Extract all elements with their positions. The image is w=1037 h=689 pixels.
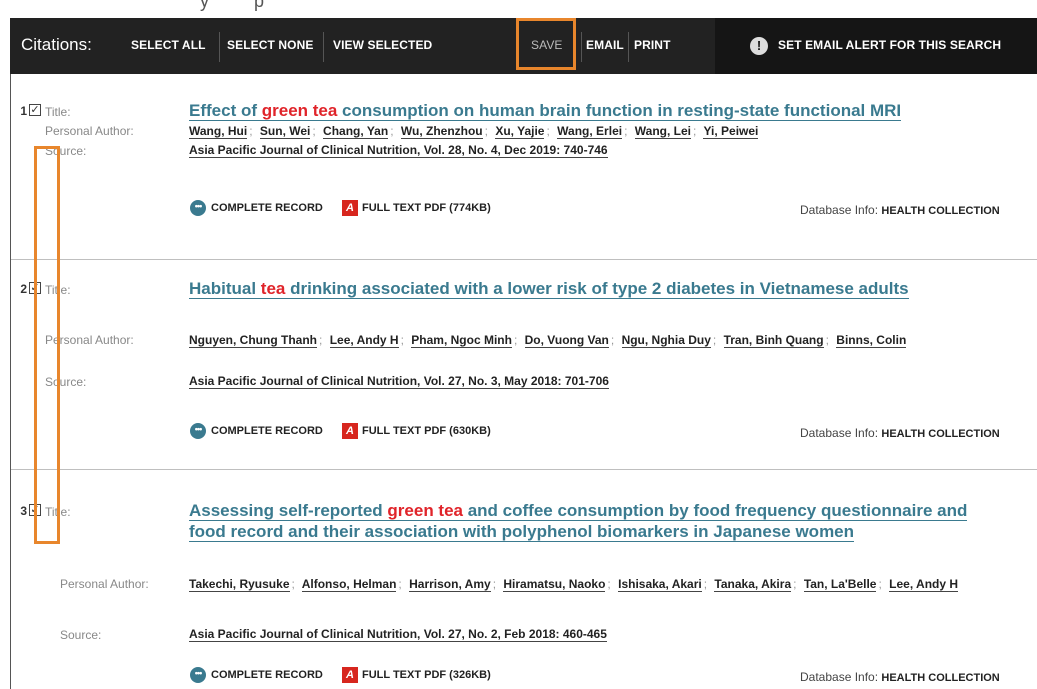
author-link[interactable]: Harrison, Amy bbox=[409, 577, 491, 592]
author-link[interactable]: Takechi, Ryusuke bbox=[189, 577, 290, 592]
content-frame-border bbox=[10, 74, 11, 689]
source-link[interactable]: Asia Pacific Journal of Clinical Nutriti… bbox=[189, 627, 607, 642]
email-button[interactable]: EMAIL bbox=[586, 38, 624, 52]
pdf-icon: A bbox=[342, 200, 358, 216]
database-name: HEALTH COLLECTION bbox=[881, 672, 1000, 684]
author-link[interactable]: Wu, Zhenzhou bbox=[400, 124, 483, 139]
author-list: Takechi, Ryusuke; Alfonso, Helman; Harri… bbox=[189, 577, 959, 592]
record-title-link[interactable]: Effect of green tea consumption on human… bbox=[189, 100, 989, 121]
author-link[interactable]: Nguyen, Chung Thanh bbox=[189, 333, 317, 348]
more-dots-icon: ••• bbox=[190, 667, 206, 683]
author-link[interactable]: Lee, Andy H bbox=[889, 577, 959, 592]
full-text-pdf-button[interactable]: A FULL TEXT PDF (774KB) bbox=[342, 200, 491, 216]
source-link[interactable]: Asia Pacific Journal of Clinical Nutriti… bbox=[189, 143, 608, 158]
record-divider bbox=[11, 259, 1037, 260]
record-number: 1 bbox=[20, 104, 27, 118]
more-dots-icon: ••• bbox=[190, 423, 206, 439]
search-term-highlight: tea bbox=[260, 279, 286, 298]
author-link[interactable]: Xu, Yajie bbox=[495, 124, 545, 139]
print-button[interactable]: PRINT bbox=[634, 38, 671, 52]
more-dots-icon: ••• bbox=[190, 200, 206, 216]
author-link[interactable]: Yi, Peiwei bbox=[703, 124, 759, 139]
database-info-label: Database Info: bbox=[800, 426, 879, 440]
view-selected-button[interactable]: VIEW SELECTED bbox=[333, 38, 432, 52]
author-link[interactable]: Wang, Hui bbox=[189, 124, 248, 139]
search-term-highlight: green tea bbox=[387, 501, 463, 520]
title-text: drinking associated with a lower risk of… bbox=[285, 279, 909, 298]
complete-record-button[interactable]: ••• COMPLETE RECORD bbox=[190, 667, 323, 683]
toolbar-divider bbox=[219, 32, 220, 62]
database-name: HEALTH COLLECTION bbox=[881, 205, 1000, 217]
record-number: 3 bbox=[20, 504, 27, 518]
author-link[interactable]: Tan, La'Belle bbox=[803, 577, 877, 592]
database-info: Database Info: HEALTH COLLECTION bbox=[800, 426, 1000, 440]
title-text: Habitual bbox=[189, 279, 261, 298]
page-header-partial: y p bbox=[0, 0, 1037, 18]
alert-icon: ! bbox=[750, 37, 768, 55]
pdf-icon: A bbox=[342, 423, 358, 439]
record-number: 2 bbox=[20, 282, 27, 296]
full-text-pdf-button[interactable]: A FULL TEXT PDF (630KB) bbox=[342, 423, 491, 439]
database-info: Database Info: HEALTH COLLECTION bbox=[800, 670, 1000, 684]
record-divider bbox=[11, 469, 1037, 470]
author-link[interactable]: Do, Vuong Van bbox=[524, 333, 609, 348]
toolbar-divider bbox=[581, 32, 582, 62]
database-info-label: Database Info: bbox=[800, 203, 879, 217]
author-link[interactable]: Tanaka, Akira bbox=[714, 577, 792, 592]
checkbox-highlight-box bbox=[34, 146, 60, 544]
author-link[interactable]: Ngu, Nghia Duy bbox=[621, 333, 711, 348]
author-link[interactable]: Ishisaka, Akari bbox=[618, 577, 702, 592]
complete-record-label: COMPLETE RECORD bbox=[211, 424, 323, 437]
select-all-button[interactable]: SELECT ALL bbox=[131, 38, 206, 52]
record-title-link[interactable]: Habitual tea drinking associated with a … bbox=[189, 278, 969, 299]
author-link[interactable]: Chang, Yan bbox=[323, 124, 389, 139]
personal-author-label: Personal Author: bbox=[45, 124, 134, 138]
author-link[interactable]: Tran, Binh Quang bbox=[723, 333, 824, 348]
full-text-label: FULL TEXT PDF (326KB) bbox=[362, 668, 491, 681]
author-link[interactable]: Wang, Lei bbox=[634, 124, 691, 139]
complete-record-label: COMPLETE RECORD bbox=[211, 201, 323, 214]
source-link[interactable]: Asia Pacific Journal of Clinical Nutriti… bbox=[189, 374, 609, 389]
author-link[interactable]: Wang, Erlei bbox=[557, 124, 623, 139]
database-name: HEALTH COLLECTION bbox=[881, 428, 1000, 440]
author-link[interactable]: Pham, Ngoc Minh bbox=[411, 333, 512, 348]
record-checkbox[interactable]: ✓ bbox=[29, 104, 41, 116]
record-title-link[interactable]: Assessing self-reported green tea and co… bbox=[189, 500, 979, 542]
header-text-fragment: y p bbox=[200, 0, 265, 11]
author-list: Wang, Hui; Sun, Wei; Chang, Yan; Wu, Zhe… bbox=[189, 124, 759, 139]
complete-record-button[interactable]: ••• COMPLETE RECORD bbox=[190, 200, 323, 216]
toolbar-title: Citations: bbox=[21, 35, 92, 54]
title-text: consumption on human brain function in r… bbox=[337, 101, 902, 120]
citations-toolbar: Citations: SELECT ALL SELECT NONE VIEW S… bbox=[10, 18, 1037, 74]
full-text-pdf-button[interactable]: A FULL TEXT PDF (326KB) bbox=[342, 667, 491, 683]
toolbar-divider bbox=[323, 32, 324, 62]
author-link[interactable]: Hiramatsu, Naoko bbox=[503, 577, 606, 592]
author-link[interactable]: Alfonso, Helman bbox=[301, 577, 397, 592]
select-none-button[interactable]: SELECT NONE bbox=[227, 38, 313, 52]
database-info: Database Info: HEALTH COLLECTION bbox=[800, 203, 1000, 217]
complete-record-button[interactable]: ••• COMPLETE RECORD bbox=[190, 423, 323, 439]
pdf-icon: A bbox=[342, 667, 358, 683]
full-text-label: FULL TEXT PDF (630KB) bbox=[362, 424, 491, 437]
save-highlight-box bbox=[516, 18, 576, 70]
full-text-label: FULL TEXT PDF (774KB) bbox=[362, 201, 491, 214]
author-link[interactable]: Lee, Andy H bbox=[329, 333, 399, 348]
author-list: Nguyen, Chung Thanh; Lee, Andy H; Pham, … bbox=[189, 333, 907, 348]
title-label: Title: bbox=[45, 105, 71, 119]
source-label: Source: bbox=[60, 628, 102, 642]
toolbar-divider bbox=[628, 32, 629, 62]
author-link[interactable]: Binns, Colin bbox=[836, 333, 907, 348]
title-text: Effect of bbox=[189, 101, 262, 120]
author-link[interactable]: Sun, Wei bbox=[259, 124, 311, 139]
search-term-highlight: green tea bbox=[261, 101, 338, 120]
personal-author-label: Personal Author: bbox=[60, 577, 149, 591]
database-info-label: Database Info: bbox=[800, 670, 879, 684]
complete-record-label: COMPLETE RECORD bbox=[211, 668, 323, 681]
set-email-alert-button[interactable]: SET EMAIL ALERT FOR THIS SEARCH bbox=[778, 38, 1001, 52]
title-text: Assessing self-reported bbox=[189, 501, 388, 520]
